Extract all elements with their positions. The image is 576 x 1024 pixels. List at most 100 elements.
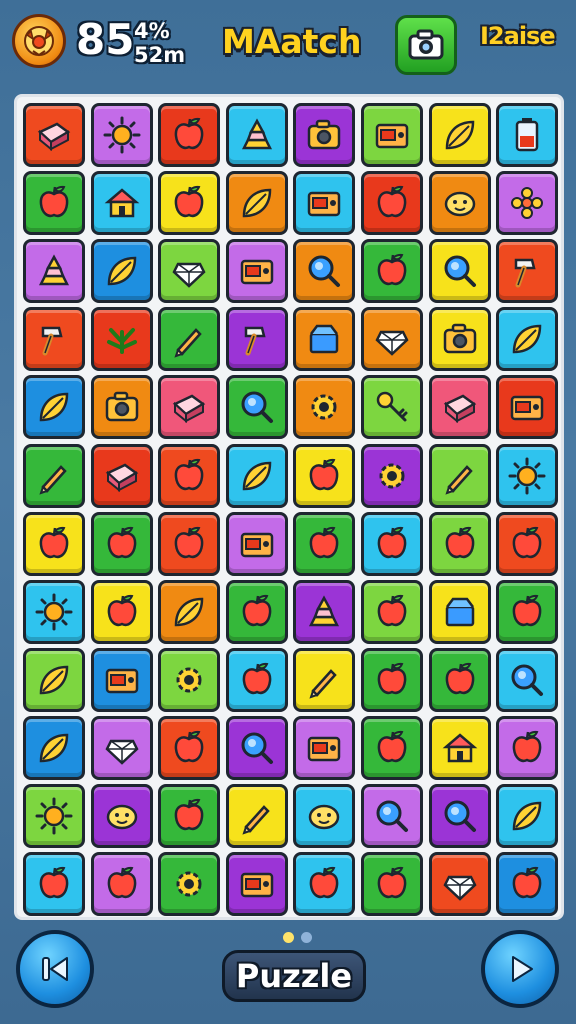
game-tile[interactable] bbox=[225, 103, 288, 167]
game-tile[interactable] bbox=[158, 307, 221, 372]
game-tile[interactable] bbox=[293, 239, 356, 304]
page-dot[interactable] bbox=[301, 932, 312, 943]
game-tile[interactable] bbox=[225, 852, 288, 917]
game-tile[interactable] bbox=[23, 511, 85, 576]
game-tile[interactable] bbox=[496, 171, 559, 236]
game-tile[interactable] bbox=[23, 443, 85, 508]
game-tile[interactable] bbox=[23, 647, 85, 712]
game-tile[interactable] bbox=[158, 511, 221, 576]
game-tile[interactable] bbox=[90, 511, 153, 576]
camera-button[interactable] bbox=[395, 15, 457, 75]
game-tile[interactable] bbox=[23, 375, 85, 440]
game-tile[interactable] bbox=[361, 307, 423, 372]
page-dot-active[interactable] bbox=[283, 932, 294, 943]
game-tile[interactable] bbox=[361, 784, 423, 848]
play-button[interactable] bbox=[481, 930, 559, 1008]
game-tile[interactable] bbox=[428, 715, 491, 780]
game-tile[interactable] bbox=[293, 307, 356, 372]
game-tile[interactable] bbox=[293, 852, 356, 917]
game-tile[interactable] bbox=[23, 852, 85, 917]
game-tile[interactable] bbox=[225, 579, 288, 644]
game-tile[interactable] bbox=[361, 715, 423, 780]
emblem-badge-icon[interactable] bbox=[12, 14, 66, 68]
game-tile[interactable] bbox=[361, 375, 423, 440]
game-tile[interactable] bbox=[90, 784, 153, 848]
game-tile[interactable] bbox=[158, 375, 221, 440]
game-tile[interactable] bbox=[225, 784, 288, 848]
game-tile[interactable] bbox=[225, 511, 288, 576]
game-tile[interactable] bbox=[158, 239, 221, 304]
game-tile[interactable] bbox=[428, 375, 491, 440]
puzzle-button[interactable]: Puzzle bbox=[222, 950, 366, 1002]
game-tile[interactable] bbox=[90, 579, 153, 644]
game-tile[interactable] bbox=[90, 171, 153, 236]
previous-button[interactable] bbox=[16, 930, 94, 1008]
game-tile[interactable] bbox=[428, 171, 491, 236]
game-tile[interactable] bbox=[361, 239, 423, 304]
game-tile[interactable] bbox=[428, 307, 491, 372]
game-tile[interactable] bbox=[225, 171, 288, 236]
game-tile[interactable] bbox=[496, 579, 559, 644]
game-tile[interactable] bbox=[361, 579, 423, 644]
game-tile[interactable] bbox=[428, 852, 491, 917]
game-tile[interactable] bbox=[158, 715, 221, 780]
game-tile[interactable] bbox=[23, 171, 85, 236]
game-tile[interactable] bbox=[293, 511, 356, 576]
game-tile[interactable] bbox=[496, 647, 559, 712]
game-tile[interactable] bbox=[293, 375, 356, 440]
game-tile[interactable] bbox=[158, 647, 221, 712]
game-tile[interactable] bbox=[158, 579, 221, 644]
game-tile[interactable] bbox=[90, 307, 153, 372]
game-tile[interactable] bbox=[496, 307, 559, 372]
game-tile[interactable] bbox=[428, 647, 491, 712]
game-tile[interactable] bbox=[428, 579, 491, 644]
game-tile[interactable] bbox=[428, 239, 491, 304]
game-tile[interactable] bbox=[496, 784, 559, 848]
game-tile[interactable] bbox=[293, 171, 356, 236]
game-tile[interactable] bbox=[23, 307, 85, 372]
game-tile[interactable] bbox=[361, 852, 423, 917]
game-tile[interactable] bbox=[225, 647, 288, 712]
game-tile[interactable] bbox=[293, 715, 356, 780]
game-tile[interactable] bbox=[428, 784, 491, 848]
game-tile[interactable] bbox=[23, 715, 85, 780]
game-tile[interactable] bbox=[158, 852, 221, 917]
game-tile[interactable] bbox=[293, 443, 356, 508]
game-tile[interactable] bbox=[361, 511, 423, 576]
game-tile[interactable] bbox=[496, 511, 559, 576]
game-tile[interactable] bbox=[293, 103, 356, 167]
game-tile[interactable] bbox=[23, 103, 85, 167]
game-tile[interactable] bbox=[496, 852, 559, 917]
game-tile[interactable] bbox=[496, 443, 559, 508]
game-tile[interactable] bbox=[90, 852, 153, 917]
game-tile[interactable] bbox=[496, 715, 559, 780]
game-tile[interactable] bbox=[158, 103, 221, 167]
game-tile[interactable] bbox=[428, 103, 491, 167]
game-tile[interactable] bbox=[90, 375, 153, 440]
game-tile[interactable] bbox=[496, 103, 559, 167]
game-tile[interactable] bbox=[361, 647, 423, 712]
game-tile[interactable] bbox=[90, 715, 153, 780]
game-tile[interactable] bbox=[428, 443, 491, 508]
game-tile[interactable] bbox=[90, 239, 153, 304]
game-tile[interactable] bbox=[293, 647, 356, 712]
game-tile[interactable] bbox=[23, 784, 85, 848]
game-tile[interactable] bbox=[293, 579, 356, 644]
game-tile[interactable] bbox=[225, 443, 288, 508]
game-tile[interactable] bbox=[225, 239, 288, 304]
game-tile[interactable] bbox=[158, 784, 221, 848]
game-tile[interactable] bbox=[225, 307, 288, 372]
game-tile[interactable] bbox=[23, 239, 85, 304]
game-tile[interactable] bbox=[90, 647, 153, 712]
game-tile[interactable] bbox=[225, 375, 288, 440]
game-tile[interactable] bbox=[496, 375, 559, 440]
game-tile[interactable] bbox=[293, 784, 356, 848]
game-tile[interactable] bbox=[361, 103, 423, 167]
game-tile[interactable] bbox=[225, 715, 288, 780]
game-tile[interactable] bbox=[158, 171, 221, 236]
game-tile[interactable] bbox=[90, 443, 153, 508]
game-tile[interactable] bbox=[23, 579, 85, 644]
game-tile[interactable] bbox=[428, 511, 491, 576]
game-tile[interactable] bbox=[361, 171, 423, 236]
game-tile[interactable] bbox=[158, 443, 221, 508]
